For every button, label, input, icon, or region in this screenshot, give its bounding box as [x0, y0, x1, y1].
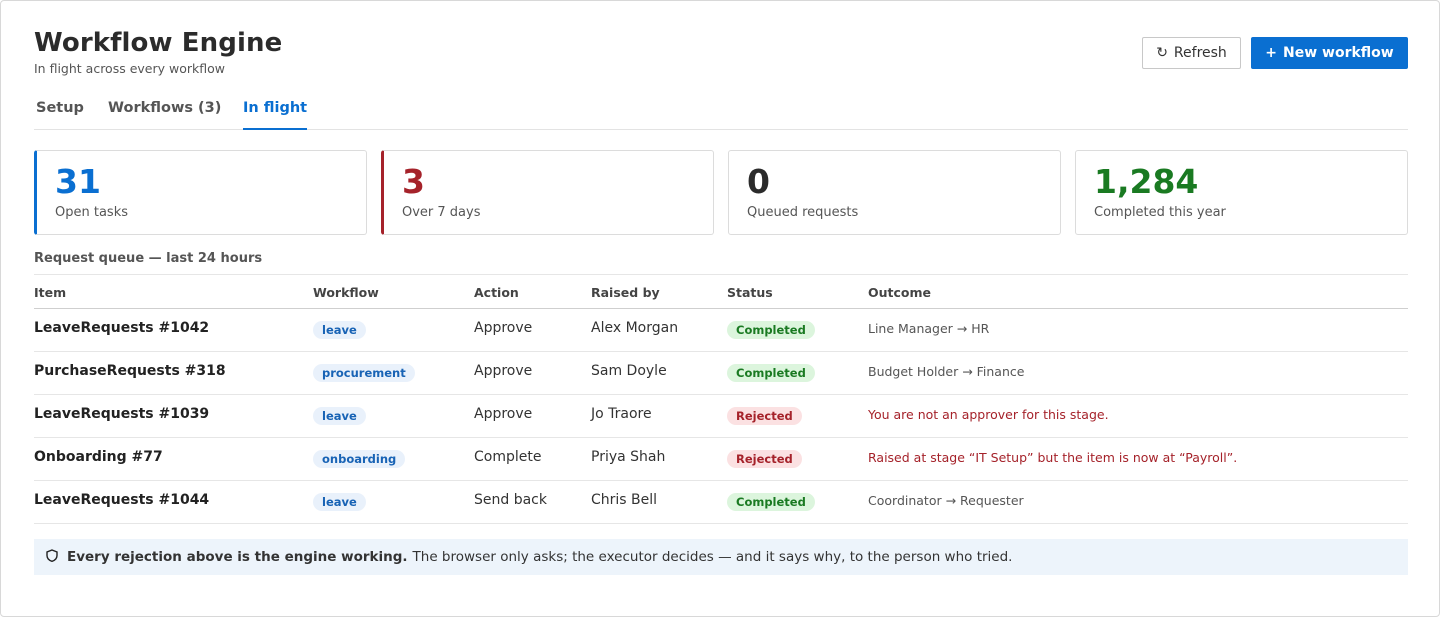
outcome-text: Budget Holder → Finance — [868, 364, 1025, 379]
workflow-badge: leave — [313, 407, 366, 425]
column-header-action: Action — [474, 285, 519, 300]
new-workflow-button[interactable]: + New workflow — [1251, 37, 1408, 69]
workflow-badge: onboarding — [313, 450, 406, 468]
raised-by-text: Priya Shah — [591, 449, 666, 465]
workflow-engine-panel: Workflow Engine In flight across every w… — [0, 0, 1440, 617]
tab-in-flight[interactable]: In flight — [243, 97, 308, 130]
item-name: PurchaseRequests #318 — [34, 363, 226, 379]
column-header-outcome: Outcome — [868, 285, 932, 300]
action-text: Approve — [474, 363, 533, 379]
raised-by-text: Alex Morgan — [591, 320, 679, 336]
table-row[interactable]: PurchaseRequests #318 procurement Approv… — [34, 352, 1408, 395]
raised-by-text: Jo Traore — [591, 406, 652, 422]
outcome-text: Line Manager → HR — [868, 321, 990, 336]
stat-label: Completed this year — [1094, 205, 1226, 220]
column-header-workflow: Workflow — [313, 285, 379, 300]
stat-card-completed-this-year: 1,284 Completed this year — [1075, 150, 1408, 235]
workflow-badge: leave — [313, 321, 366, 339]
stat-card-queued-requests: 0 Queued requests — [728, 150, 1061, 235]
status-badge: Completed — [727, 321, 815, 339]
shield-icon — [46, 548, 58, 566]
item-name: LeaveRequests #1039 — [34, 406, 210, 422]
note-text: The browser only asks; the executor deci… — [412, 549, 1013, 565]
tab-setup[interactable]: Setup — [36, 97, 84, 130]
refresh-label: Refresh — [1173, 45, 1227, 61]
workflow-badge: procurement — [313, 364, 415, 382]
table-row[interactable]: LeaveRequests #1042 leave Approve Alex M… — [34, 309, 1408, 352]
table-row[interactable]: Onboarding #77 onboarding Complete Priya… — [34, 438, 1408, 481]
status-badge: Completed — [727, 364, 815, 382]
column-header-raised-by: Raised by — [591, 285, 660, 300]
refresh-icon: ↻ — [1156, 45, 1168, 61]
item-name: LeaveRequests #1044 — [34, 492, 210, 508]
table-header: Item Workflow Action Raised by Status Ou… — [34, 275, 1408, 309]
request-queue-title: Request queue — last 24 hours — [34, 251, 263, 266]
plus-icon: + — [1265, 45, 1277, 61]
new-workflow-label: New workflow — [1283, 45, 1394, 61]
action-text: Send back — [474, 492, 547, 508]
request-queue-table: Item Workflow Action Raised by Status Ou… — [34, 274, 1408, 524]
status-badge: Completed — [727, 493, 815, 511]
column-header-item: Item — [34, 285, 67, 300]
action-text: Approve — [474, 320, 533, 336]
table-row[interactable]: LeaveRequests #1044 leave Send back Chri… — [34, 481, 1408, 524]
refresh-button[interactable]: ↻ Refresh — [1142, 37, 1241, 69]
stat-value: 31 — [55, 162, 101, 201]
outcome-text: You are not an approver for this stage. — [868, 407, 1109, 422]
status-badge: Rejected — [727, 407, 802, 425]
action-text: Approve — [474, 406, 533, 422]
stat-value: 1,284 — [1094, 162, 1199, 201]
stat-label: Over 7 days — [402, 205, 481, 220]
raised-by-text: Sam Doyle — [591, 363, 667, 379]
info-note: Every rejection above is the engine work… — [34, 539, 1408, 575]
raised-by-text: Chris Bell — [591, 492, 658, 508]
status-badge: Rejected — [727, 450, 802, 468]
outcome-text: Raised at stage “IT Setup” but the item … — [868, 450, 1238, 465]
note-emphasis: Every rejection above is the engine work… — [67, 549, 408, 565]
workflow-badge: leave — [313, 493, 366, 511]
column-header-status: Status — [727, 285, 773, 300]
item-name: LeaveRequests #1042 — [34, 320, 210, 336]
page-title: Workflow Engine — [34, 28, 283, 58]
tab-workflows[interactable]: Workflows (3) — [108, 97, 221, 130]
stat-value: 0 — [747, 162, 770, 201]
outcome-text: Coordinator → Requester — [868, 493, 1024, 508]
action-text: Complete — [474, 449, 542, 465]
item-name: Onboarding #77 — [34, 449, 163, 465]
table-row[interactable]: LeaveRequests #1039 leave Approve Jo Tra… — [34, 395, 1408, 438]
stat-value: 3 — [402, 162, 425, 201]
stat-label: Open tasks — [55, 205, 128, 220]
stat-card-open-tasks: 31 Open tasks — [34, 150, 367, 235]
stat-card-over-7-days: 3 Over 7 days — [381, 150, 714, 235]
tab-bar: Setup Workflows (3) In flight — [34, 97, 1408, 130]
stat-label: Queued requests — [747, 205, 859, 220]
page-subtitle: In flight across every workflow — [34, 61, 225, 76]
